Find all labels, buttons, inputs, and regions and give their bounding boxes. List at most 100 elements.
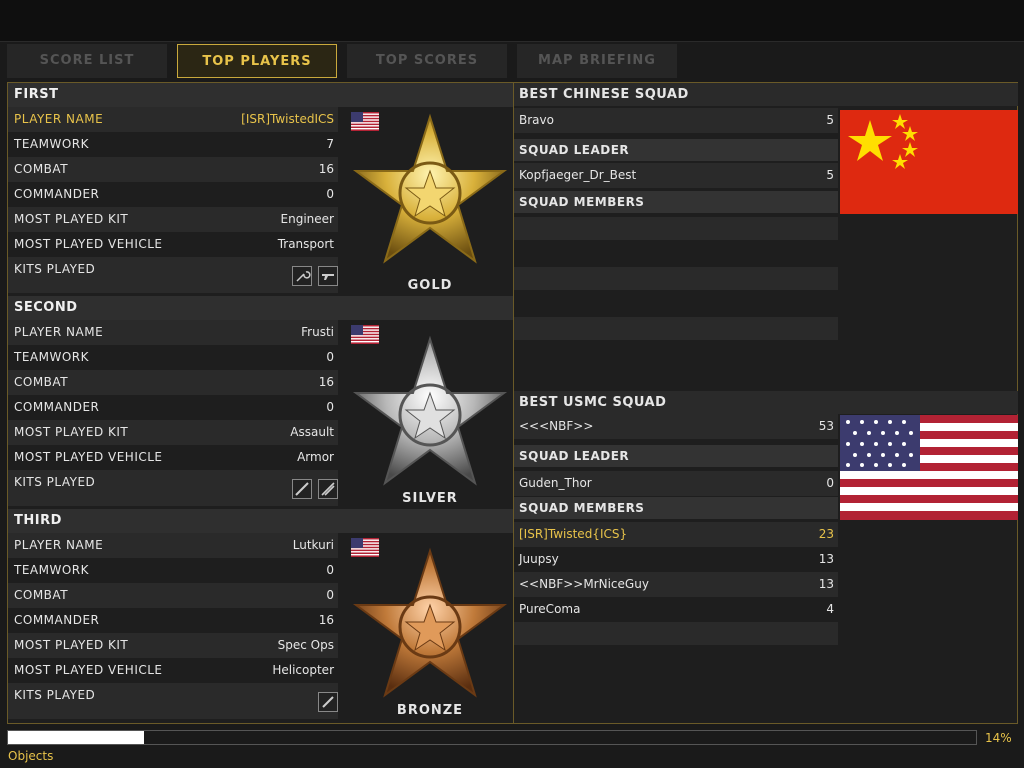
- label-kits-played: KITS PLAYED: [14, 475, 96, 489]
- loading-progress-percent: 14%: [985, 731, 1012, 745]
- silver-medal-icon: [350, 333, 510, 493]
- usmc-squad-empty-row: [514, 622, 838, 645]
- bronze-medal-label: BRONZE: [396, 703, 464, 718]
- first-teamwork-value: 7: [326, 137, 334, 151]
- usmc-member-row[interactable]: [ISR]Twisted{ICS} 23: [514, 522, 838, 547]
- third-player-name: Lutkuri: [292, 538, 334, 552]
- chinese-squad-members-header: SQUAD MEMBERS: [514, 191, 838, 213]
- third-place-header: THIRD: [8, 509, 513, 533]
- first-vehicle-value: Transport: [277, 237, 334, 251]
- usmc-member-score: 4: [826, 602, 834, 616]
- label-most-played-kit: MOST PLAYED KIT: [14, 425, 129, 439]
- label-most-played-kit: MOST PLAYED KIT: [14, 212, 129, 226]
- usmc-member-row[interactable]: Juupsy 13: [514, 547, 838, 572]
- tab-top-scores[interactable]: TOP SCORES: [347, 44, 507, 78]
- usmc-squad-members-header: SQUAD MEMBERS: [514, 497, 838, 519]
- chinese-squad-leader-header: SQUAD LEADER: [514, 139, 838, 161]
- label-most-played-vehicle: MOST PLAYED VEHICLE: [14, 663, 163, 677]
- label-player-name: PLAYER NAME: [14, 325, 104, 339]
- top-bar: [0, 0, 1024, 42]
- gold-medal-icon: [350, 111, 510, 271]
- chinese-squad-leader-row[interactable]: Kopfjaeger_Dr_Best 5: [514, 163, 838, 188]
- chinese-squad-name: Bravo: [519, 113, 554, 127]
- wrench-kit-icon: [292, 266, 312, 286]
- rifle-kit-icon: [292, 479, 312, 499]
- label-most-played-kit: MOST PLAYED KIT: [14, 638, 129, 652]
- first-player-name-row[interactable]: PLAYER NAME [ISR]TwistedICS: [8, 107, 338, 132]
- launcher-kit-icon: [318, 479, 338, 499]
- label-combat: COMBAT: [14, 162, 69, 176]
- chinese-squad-name-row[interactable]: Bravo 5: [514, 108, 838, 133]
- usmc-member-score: 23: [818, 527, 834, 541]
- second-combat-value: 16: [318, 375, 334, 389]
- second-vehicle-value: Armor: [297, 450, 334, 464]
- usmc-member-name: [ISR]Twisted{ICS}: [519, 527, 628, 541]
- first-kits-played-row: KITS PLAYED: [8, 257, 338, 293]
- second-player-name-row[interactable]: PLAYER NAME Frusti: [8, 320, 338, 345]
- second-kits-played-row: KITS PLAYED: [8, 470, 338, 506]
- third-combat-row: COMBAT 0: [8, 583, 338, 608]
- label-commander: COMMANDER: [14, 187, 100, 201]
- bronze-medal-icon: [350, 545, 510, 705]
- first-player-name: [ISR]TwistedICS: [241, 112, 334, 126]
- third-kits-played-row: KITS PLAYED: [8, 683, 338, 719]
- usmc-squad-name: <<<NBF>>: [519, 419, 594, 433]
- label-most-played-vehicle: MOST PLAYED VEHICLE: [14, 237, 163, 251]
- chinese-squad-empty-row: [514, 267, 838, 290]
- chinese-squad-empty-row: [514, 217, 838, 240]
- chinese-squad-score: 5: [826, 113, 834, 127]
- first-commander-row: COMMANDER 0: [8, 182, 338, 207]
- usmc-member-name: PureComa: [519, 602, 581, 616]
- third-teamwork-row: TEAMWORK 0: [8, 558, 338, 583]
- loading-progress-fill: [8, 731, 144, 744]
- third-teamwork-value: 0: [326, 563, 334, 577]
- usmc-member-name: Juupsy: [519, 552, 559, 566]
- label-commander: COMMANDER: [14, 400, 100, 414]
- first-teamwork-row: TEAMWORK 7: [8, 132, 338, 157]
- label-player-name: PLAYER NAME: [14, 112, 104, 126]
- usmc-member-row[interactable]: <<NBF>>MrNiceGuy 13: [514, 572, 838, 597]
- label-teamwork: TEAMWORK: [14, 137, 89, 151]
- third-vehicle-value: Helicopter: [272, 663, 334, 677]
- label-most-played-vehicle: MOST PLAYED VEHICLE: [14, 450, 163, 464]
- second-kit-row: MOST PLAYED KIT Assault: [8, 420, 338, 445]
- loading-status-text: Objects: [8, 749, 54, 763]
- usmc-squad-score: 53: [818, 419, 834, 433]
- third-kit-row: MOST PLAYED KIT Spec Ops: [8, 633, 338, 658]
- tab-map-briefing[interactable]: MAP BRIEFING: [517, 44, 677, 78]
- first-vehicle-row: MOST PLAYED VEHICLE Transport: [8, 232, 338, 257]
- usmc-squad-header: BEST USMC SQUAD: [514, 391, 1018, 414]
- first-kit-row: MOST PLAYED KIT Engineer: [8, 207, 338, 232]
- usmc-squad-leader-row[interactable]: Guden_Thor 0: [514, 471, 838, 496]
- label-kits-played: KITS PLAYED: [14, 688, 96, 702]
- silver-medal-label: SILVER: [402, 491, 458, 506]
- label-combat: COMBAT: [14, 588, 69, 602]
- usmc-squad-name-row[interactable]: <<<NBF>> 53: [514, 414, 838, 439]
- tab-score-list[interactable]: SCORE LIST: [7, 44, 167, 78]
- label-kits-played: KITS PLAYED: [14, 262, 96, 276]
- top-players-panel: FIRST PLAYER NAME [ISR]TwistedICS TEAMWO…: [7, 82, 1018, 724]
- second-player-name: Frusti: [301, 325, 334, 339]
- tab-top-players[interactable]: TOP PLAYERS: [177, 44, 337, 78]
- chinese-squad-leader-name: Kopfjaeger_Dr_Best: [519, 168, 637, 182]
- label-commander: COMMANDER: [14, 613, 100, 627]
- usmc-member-score: 13: [818, 552, 834, 566]
- usmc-squad-leader-score: 0: [826, 476, 834, 490]
- third-player-name-row[interactable]: PLAYER NAME Lutkuri: [8, 533, 338, 558]
- first-combat-value: 16: [318, 162, 334, 176]
- second-teamwork-value: 0: [326, 350, 334, 364]
- pistol-kit-icon: [318, 266, 338, 286]
- second-combat-row: COMBAT 16: [8, 370, 338, 395]
- usmc-member-row[interactable]: PureComa 4: [514, 597, 838, 622]
- usmc-member-name: <<NBF>>MrNiceGuy: [519, 577, 649, 591]
- first-place-header: FIRST: [8, 83, 513, 107]
- china-flag-icon: [840, 110, 1018, 214]
- third-commander-row: COMMANDER 16: [8, 608, 338, 633]
- second-commander-row: COMMANDER 0: [8, 395, 338, 420]
- label-player-name: PLAYER NAME: [14, 538, 104, 552]
- first-combat-row: COMBAT 16: [8, 157, 338, 182]
- first-commander-value: 0: [326, 187, 334, 201]
- usmc-squad-leader-name: Guden_Thor: [519, 476, 592, 490]
- second-commander-value: 0: [326, 400, 334, 414]
- third-vehicle-row: MOST PLAYED VEHICLE Helicopter: [8, 658, 338, 683]
